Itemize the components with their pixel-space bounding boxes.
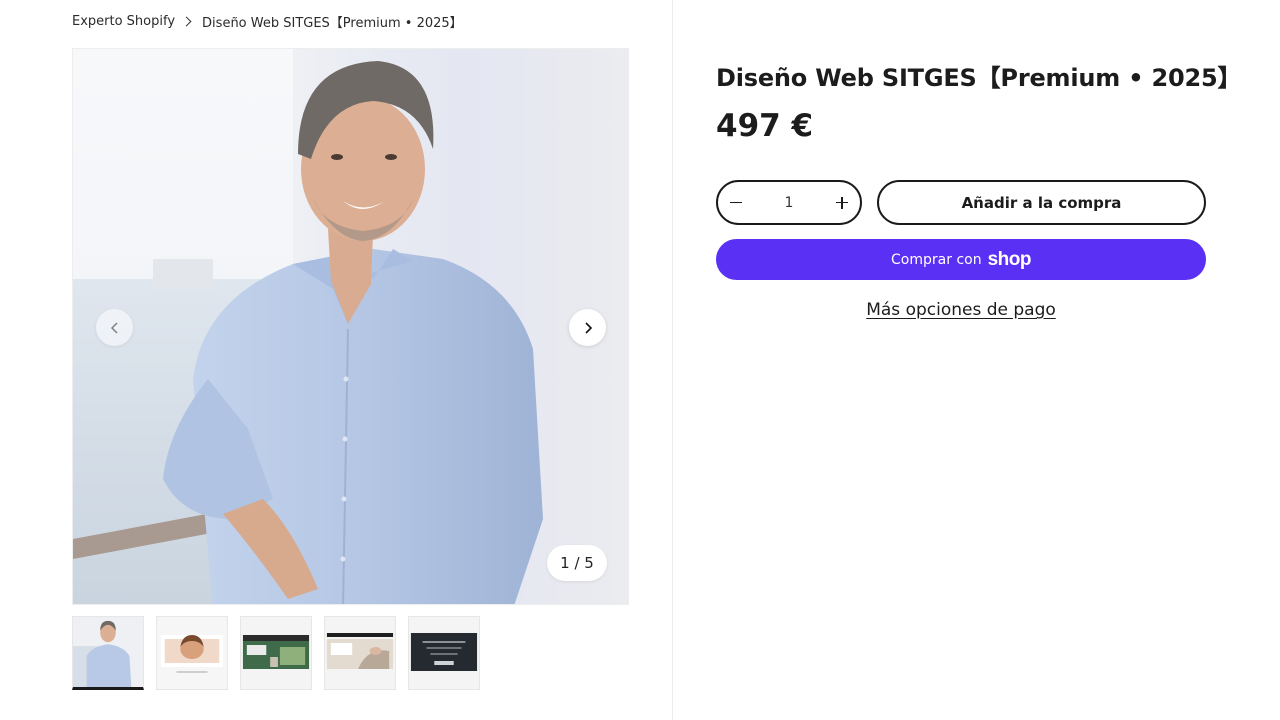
thumbnail-image (73, 617, 143, 687)
quantity-input[interactable] (769, 194, 809, 211)
chevron-right-icon (181, 16, 192, 26)
thumbnail-4[interactable] (324, 616, 396, 690)
gallery-prev-button[interactable] (96, 309, 133, 346)
chevron-right-icon (584, 321, 592, 334)
thumbnail-3[interactable] (240, 616, 312, 690)
thumbnail-image (409, 617, 479, 689)
thumbnail-1[interactable] (72, 616, 144, 690)
product-title: Diseño Web SITGES【Premium • 2025】 (716, 64, 1242, 92)
plus-icon[interactable] (834, 195, 850, 211)
thumbnail-strip (72, 616, 480, 690)
breadcrumb-current: Diseño Web SITGES【Premium • 2025】 (202, 15, 463, 31)
breadcrumb: Experto Shopify Diseño Web SITGES【Premiu… (72, 12, 463, 31)
product-price: 497 € (716, 108, 814, 144)
quantity-stepper (716, 180, 862, 225)
shop-logo: shop (987, 248, 1032, 270)
shop-pay-label: Comprar con (891, 251, 982, 268)
product-main-image[interactable]: 1 / 5 (72, 48, 629, 605)
thumbnail-image (325, 617, 395, 689)
gallery-next-button[interactable] (569, 309, 606, 346)
chevron-left-icon (110, 321, 118, 334)
product-photo (73, 49, 628, 604)
gallery-counter: 1 / 5 (547, 545, 607, 581)
column-divider (672, 0, 673, 720)
more-payment-options-link[interactable]: Más opciones de pago (716, 300, 1206, 320)
thumbnail-5[interactable] (408, 616, 480, 690)
thumbnail-2[interactable] (156, 616, 228, 690)
breadcrumb-home-link[interactable]: Experto Shopify (72, 14, 175, 29)
minus-icon[interactable] (728, 195, 744, 211)
add-to-cart-button[interactable]: Añadir a la compra (877, 180, 1206, 225)
thumbnail-image (157, 617, 227, 689)
thumbnail-image (241, 617, 311, 689)
shop-pay-button[interactable]: Comprar con shop (716, 239, 1206, 280)
